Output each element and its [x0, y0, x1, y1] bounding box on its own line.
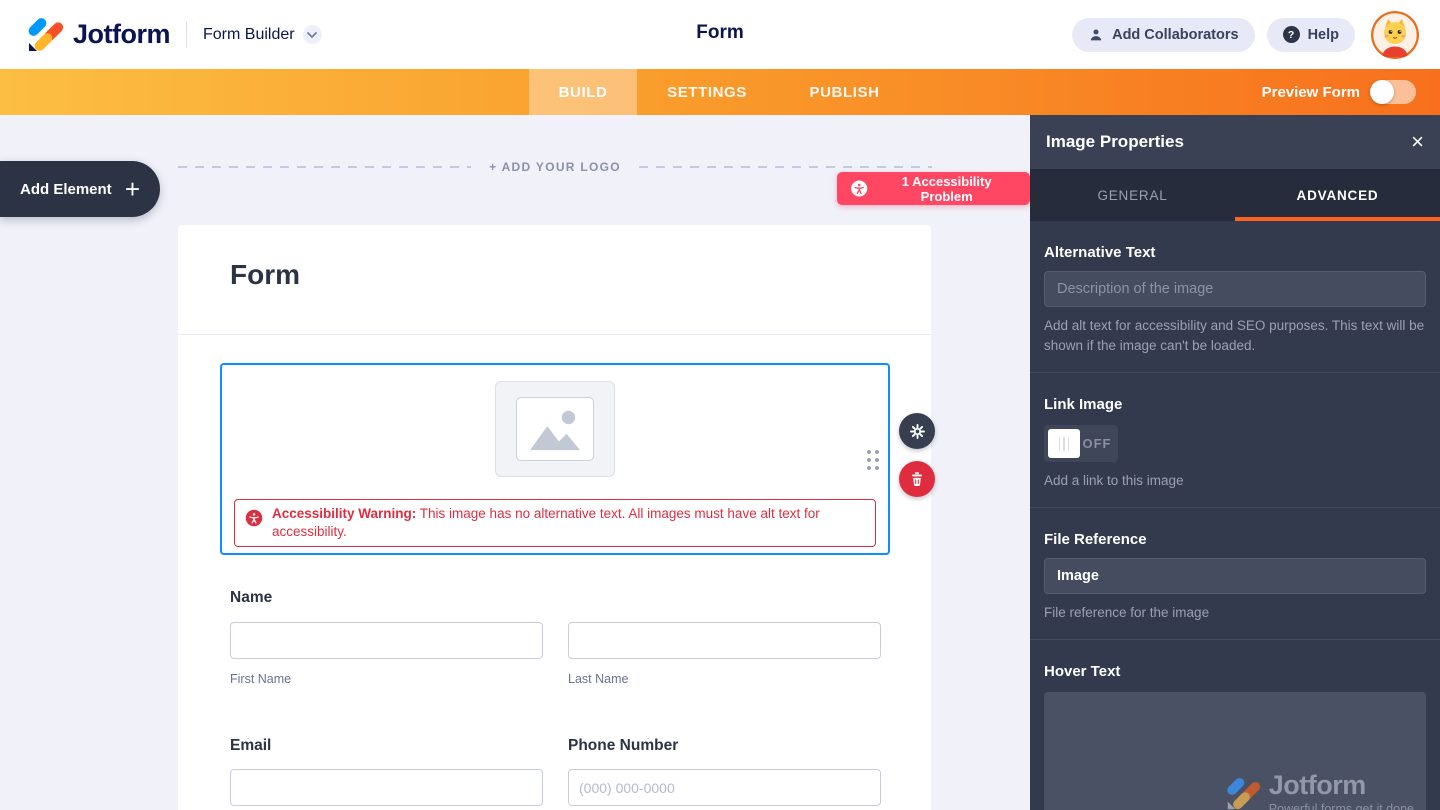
element-settings-button[interactable] — [899, 413, 935, 449]
form-title-header: Form — [696, 22, 744, 44]
email-input[interactable] — [230, 769, 543, 806]
accessibility-problem-badge[interactable]: 1 Accessibility Problem — [837, 172, 1030, 205]
help-label: Help — [1308, 27, 1339, 43]
toggle-knob — [1048, 429, 1080, 458]
tab-settings[interactable]: SETTINGS — [637, 69, 777, 115]
accessibility-badge-label: 1 Accessibility Problem — [876, 174, 1017, 204]
image-element-selected[interactable]: Accessibility Warning: This image has no… — [220, 363, 890, 555]
brand-group: Jotform Form Builder — [24, 15, 322, 55]
hover-text-label: Hover Text — [1044, 663, 1426, 680]
element-delete-button[interactable] — [899, 461, 935, 497]
alternative-text-input[interactable] — [1044, 271, 1426, 307]
image-properties-panel: Image Properties × GENERAL ADVANCED Alte… — [1030, 115, 1440, 810]
jotform-watermark: Jotform Powerful forms get it done — [1223, 772, 1414, 810]
product-switcher-button[interactable] — [303, 25, 322, 44]
form-card-title: Form — [230, 259, 879, 291]
drag-handle[interactable] — [867, 450, 879, 470]
section-divider — [1030, 639, 1440, 640]
jotform-logo-icon — [24, 15, 64, 55]
jotform-watermark-icon — [1223, 775, 1261, 810]
person-icon — [1088, 27, 1104, 43]
gear-icon — [908, 422, 927, 441]
add-element-button[interactable]: Add Element + — [0, 161, 160, 217]
alternative-text-helper: Add alt text for accessibility and SEO p… — [1044, 316, 1426, 356]
image-placeholder-icon — [526, 405, 584, 453]
warning-bold-text: Accessibility Warning: — [272, 506, 416, 521]
add-collaborators-label: Add Collaborators — [1112, 27, 1238, 43]
image-placeholder-tile — [495, 381, 615, 477]
builder-nav: BUILD SETTINGS PUBLISH Preview Form — [0, 69, 1440, 115]
close-icon[interactable]: × — [1411, 131, 1424, 153]
dashed-line — [178, 166, 471, 168]
file-reference-input[interactable] — [1044, 558, 1426, 594]
form-title-block[interactable]: Form — [178, 225, 931, 335]
top-header: Jotform Form Builder Form Add Collaborat… — [0, 0, 1440, 69]
add-logo-label: + ADD YOUR LOGO — [489, 160, 621, 174]
accessibility-warning-text: Accessibility Warning: This image has no… — [272, 505, 863, 541]
watermark-brand: Jotform — [1269, 772, 1366, 799]
phone-field-label: Phone Number — [568, 737, 678, 755]
plus-icon: + — [125, 176, 140, 202]
preview-form-label: Preview Form — [1262, 84, 1360, 101]
file-reference-helper: File reference for the image — [1044, 603, 1426, 623]
panel-tabs: GENERAL ADVANCED — [1030, 169, 1440, 221]
hover-text-input[interactable]: Jotform Powerful forms get it done — [1044, 692, 1426, 810]
trash-icon — [908, 470, 926, 488]
email-field-label: Email — [230, 737, 271, 755]
accessibility-icon — [850, 179, 868, 198]
watermark-text: Jotform Powerful forms get it done — [1269, 772, 1414, 810]
brand-name: Jotform — [73, 19, 170, 50]
header-actions: Add Collaborators ? Help — [1072, 0, 1419, 69]
add-element-label: Add Element — [20, 181, 112, 198]
first-name-sublabel: First Name — [230, 672, 291, 686]
panel-title: Image Properties — [1046, 132, 1184, 152]
header-divider — [186, 22, 187, 48]
preview-form-group: Preview Form — [1262, 69, 1416, 115]
form-card: Form — [178, 225, 931, 810]
form-builder-app: Jotform Form Builder Form Add Collaborat… — [0, 0, 1440, 810]
panel-body: Alternative Text Add alt text for access… — [1030, 244, 1440, 810]
tab-build[interactable]: BUILD — [529, 69, 637, 115]
add-logo-area[interactable]: + ADD YOUR LOGO — [178, 159, 932, 175]
preview-form-toggle[interactable] — [1370, 80, 1416, 104]
dashed-line — [639, 166, 932, 168]
builder-tabs: BUILD SETTINGS PUBLISH — [529, 69, 912, 115]
section-divider — [1030, 507, 1440, 508]
first-name-input[interactable] — [230, 622, 543, 659]
alternative-text-label: Alternative Text — [1044, 244, 1426, 261]
link-image-toggle[interactable]: OFF — [1044, 425, 1118, 462]
phone-input[interactable] — [568, 769, 881, 806]
question-icon: ? — [1283, 26, 1300, 43]
image-placeholder-frame — [516, 397, 594, 461]
watermark-tagline: Powerful forms get it done — [1269, 802, 1414, 810]
toggle-off-label: OFF — [1080, 436, 1114, 451]
chevron-down-icon — [307, 32, 317, 38]
last-name-sublabel: Last Name — [568, 672, 628, 686]
tab-advanced[interactable]: ADVANCED — [1235, 169, 1440, 221]
tab-publish[interactable]: PUBLISH — [777, 69, 912, 115]
panel-header: Image Properties × — [1030, 115, 1440, 169]
link-image-helper: Add a link to this image — [1044, 471, 1426, 491]
user-avatar[interactable] — [1371, 11, 1419, 59]
form-canvas: Add Element + + ADD YOUR LOGO 1 Accessib… — [0, 115, 1030, 810]
accessibility-warning-icon — [245, 509, 263, 527]
tab-general[interactable]: GENERAL — [1030, 169, 1235, 221]
product-name: Form Builder — [203, 26, 295, 44]
help-button[interactable]: ? Help — [1267, 18, 1355, 52]
last-name-input[interactable] — [568, 622, 881, 659]
file-reference-label: File Reference — [1044, 531, 1426, 548]
name-field-label: Name — [230, 589, 272, 607]
toggle-knob — [1370, 80, 1394, 104]
link-image-label: Link Image — [1044, 396, 1426, 413]
section-divider — [1030, 372, 1440, 373]
add-collaborators-button[interactable]: Add Collaborators — [1072, 18, 1254, 52]
accessibility-warning-box: Accessibility Warning: This image has no… — [234, 499, 876, 547]
